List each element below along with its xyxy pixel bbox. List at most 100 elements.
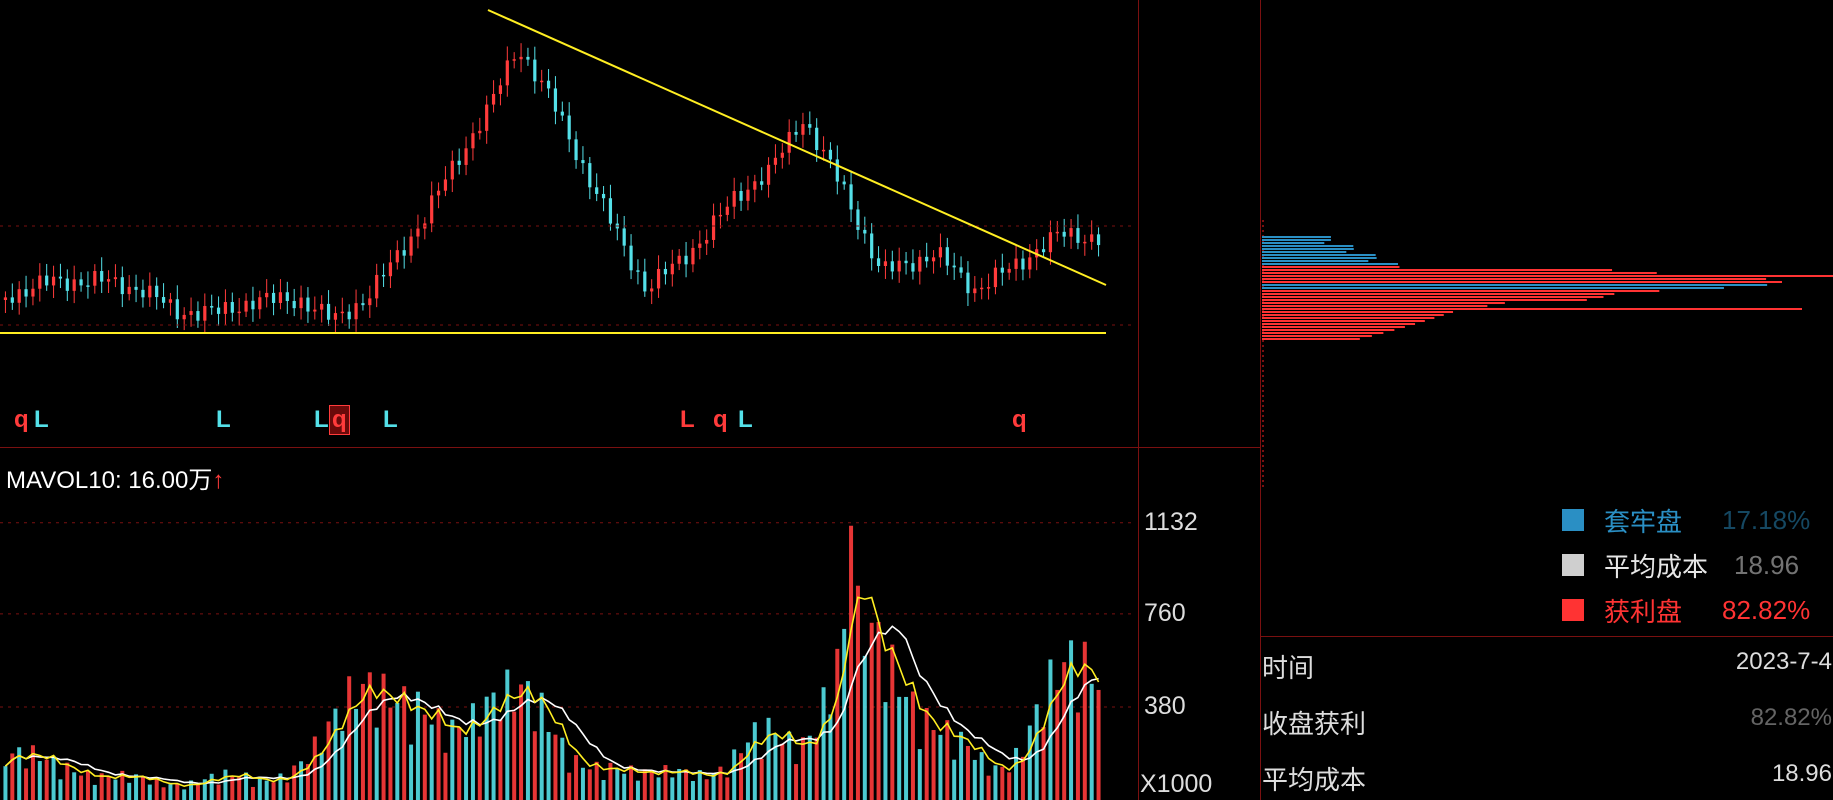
volume-bar (422, 714, 427, 800)
profit-swatch (1562, 599, 1584, 621)
price-candle-body (959, 267, 963, 273)
chip-bar (1262, 305, 1488, 307)
price-candle-body (835, 159, 839, 182)
volume-bar (457, 726, 462, 800)
chip-bar (1262, 239, 1331, 241)
volume-bar (924, 707, 929, 800)
volume-unit-label: X1000 (1140, 770, 1213, 798)
chip-bar (1262, 275, 1833, 277)
price-candle-body (787, 131, 791, 153)
volume-bar (959, 731, 964, 800)
volume-bar (986, 775, 991, 800)
chip-distribution-chart[interactable] (1262, 0, 1833, 500)
volume-bar (85, 770, 90, 800)
chip-bar (1262, 281, 1782, 283)
volume-bar (395, 703, 400, 800)
price-candle-body (155, 285, 159, 298)
volume-bar (622, 773, 627, 800)
up-arrow-icon: ↑ (212, 467, 225, 494)
price-candle-body (244, 300, 248, 312)
price-candle-body (134, 286, 138, 290)
price-candle-body (478, 130, 482, 134)
legend-avg-cost-value: 18.96 (1734, 549, 1800, 580)
legend-profit: 获利盘 82.82% (1562, 595, 1810, 627)
price-candle-body (601, 193, 606, 199)
volume-bar (931, 730, 936, 800)
price-candle-body (237, 311, 241, 314)
volume-bar (271, 782, 276, 800)
price-candle-body (1076, 228, 1080, 243)
volume-bar (855, 585, 860, 800)
price-candle-body (870, 233, 874, 259)
price-candle-body (299, 297, 303, 309)
volume-bar (1055, 689, 1060, 800)
chip-bar (1262, 287, 1724, 289)
price-candle-body (1041, 249, 1046, 253)
price-chart[interactable] (0, 0, 1140, 446)
price-candle-body (643, 271, 647, 292)
price-candle-body (588, 163, 592, 188)
volume-bar (670, 777, 675, 800)
price-candle-body (753, 181, 757, 190)
price-candle-body (320, 303, 324, 310)
volume-bar (910, 691, 915, 800)
price-candle-body (670, 263, 674, 275)
price-candle-body (595, 187, 599, 194)
price-candle-body (189, 311, 193, 315)
price-candle-body (698, 243, 702, 248)
price-candle-body (388, 262, 393, 277)
price-candle-body (533, 59, 537, 82)
price-candle-body (3, 297, 8, 300)
volume-bar (807, 735, 812, 800)
price-candle-body (416, 228, 420, 237)
legend-trapped-value: 17.18% (1722, 504, 1811, 535)
chip-bar (1262, 320, 1425, 322)
volume-bar (223, 769, 228, 800)
price-candle-body (409, 236, 413, 256)
price-candle-body (567, 115, 571, 140)
info-avg-cost-value: 18.96 (1771, 760, 1832, 787)
volume-bar (773, 734, 778, 800)
volume-bar (677, 768, 682, 800)
price-candle-body (931, 257, 936, 262)
info-time-label: 时间 (1262, 653, 1315, 683)
price-candle-body (196, 311, 200, 321)
volume-bar (3, 766, 8, 800)
volume-bar (965, 745, 970, 800)
volume-bar (470, 703, 475, 800)
price-candle-body (368, 298, 372, 306)
l-signal-marker: L (314, 406, 329, 433)
volume-bar (381, 673, 386, 800)
price-candle-body (17, 289, 21, 303)
volume-bar (567, 772, 572, 800)
volume-bar (264, 780, 269, 800)
price-candle-body (739, 191, 743, 201)
volume-bar (154, 778, 159, 800)
legend-profit-label: 获利盘 (1604, 596, 1683, 627)
chip-bar (1262, 251, 1347, 253)
price-candle-body (210, 306, 214, 308)
price-candle-body (168, 299, 173, 303)
price-candle-body (1090, 234, 1094, 242)
price-candle-body (863, 229, 867, 234)
volume-tick-label: 1132 (1144, 507, 1198, 536)
volume-bar (972, 759, 977, 800)
volume-bar (24, 768, 29, 800)
volume-bar (814, 737, 819, 800)
price-candle-body (100, 271, 104, 282)
volume-bar (443, 752, 448, 800)
volume-bar (1014, 747, 1019, 800)
price-candle-body (505, 60, 509, 86)
info-close-profit-value: 82.82% (1750, 704, 1832, 731)
price-candle-body (223, 302, 228, 314)
volume-bar (436, 708, 441, 800)
volume-bar (388, 707, 393, 800)
price-candle-body (498, 85, 503, 94)
volume-bar (711, 773, 716, 800)
volume-bar (1096, 689, 1101, 800)
volume-bar (1000, 766, 1005, 800)
price-candle-body (1062, 231, 1066, 237)
volume-bar (65, 762, 70, 800)
volume-tick-label: 760 (1144, 598, 1186, 627)
volume-chart[interactable] (0, 490, 1140, 800)
